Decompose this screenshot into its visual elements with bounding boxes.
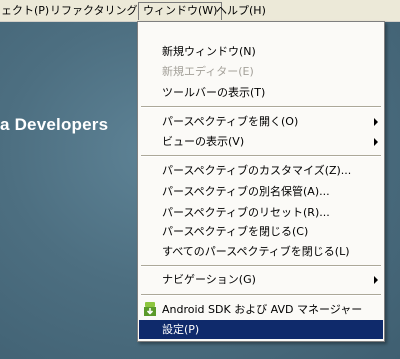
menu-item-close-perspective[interactable]: パースペクティブを閉じる(C) [139,222,383,241]
menu-item-label: Android SDK および AVD マネージャー [162,303,363,316]
menu-item-label: ビューの表示(V) [162,135,245,148]
menu-item-preferences[interactable]: 設定(P) [139,320,383,339]
menu-item-close-all-perspectives[interactable]: すべてのパースペクティブを閉じる(L) [139,242,383,261]
menu-item-android-sdk-avd-manager[interactable]: Android SDK および AVD マネージャー [139,300,383,319]
menu-help[interactable]: ヘルプ(H) [212,2,270,20]
menu-item-show-toolbar[interactable]: ツールバーの表示(T) [139,83,383,102]
menu-separator [141,294,381,296]
menu-item-navigation[interactable]: ナビゲーション(G) [139,270,383,289]
menu-item-label: ナビゲーション(G) [162,273,256,286]
menu-window[interactable]: ウィンドウ(W) [138,2,223,20]
menu-item-new-editor[interactable]: 新規エディター(E) [139,62,383,81]
menu-item-new-window[interactable]: 新規ウィンドウ(N) [139,42,383,61]
menu-item-customize-perspective[interactable]: パースペクティブのカスタマイズ(Z)... [139,161,383,180]
menu-item-save-perspective-as[interactable]: パースペクティブの別名保管(A)... [139,182,383,201]
submenu-arrow-icon [374,276,378,284]
menu-item-reset-perspective[interactable]: パースペクティブのリセット(R)... [139,203,383,222]
submenu-arrow-icon [374,138,378,146]
menu-separator [141,155,381,157]
submenu-arrow-icon [374,118,378,126]
menu-item-show-view[interactable]: ビューの表示(V) [139,132,383,151]
menu-item-open-perspective[interactable]: パースペクティブを開く(O) [139,112,383,131]
menu-bar: ェクト(P) リファクタリング(T) ウィンドウ(W) ヘルプ(H) [0,0,400,22]
menu-separator [141,265,381,267]
android-sdk-manager-icon [144,302,156,316]
window-menu-dropdown: 新規ウィンドウ(N) 新規エディター(E) ツールバーの表示(T) パースペクテ… [137,21,385,342]
menu-separator [141,106,381,108]
menu-item-label: パースペクティブを開く(O) [162,115,299,128]
welcome-title: a Developers [0,115,109,134]
